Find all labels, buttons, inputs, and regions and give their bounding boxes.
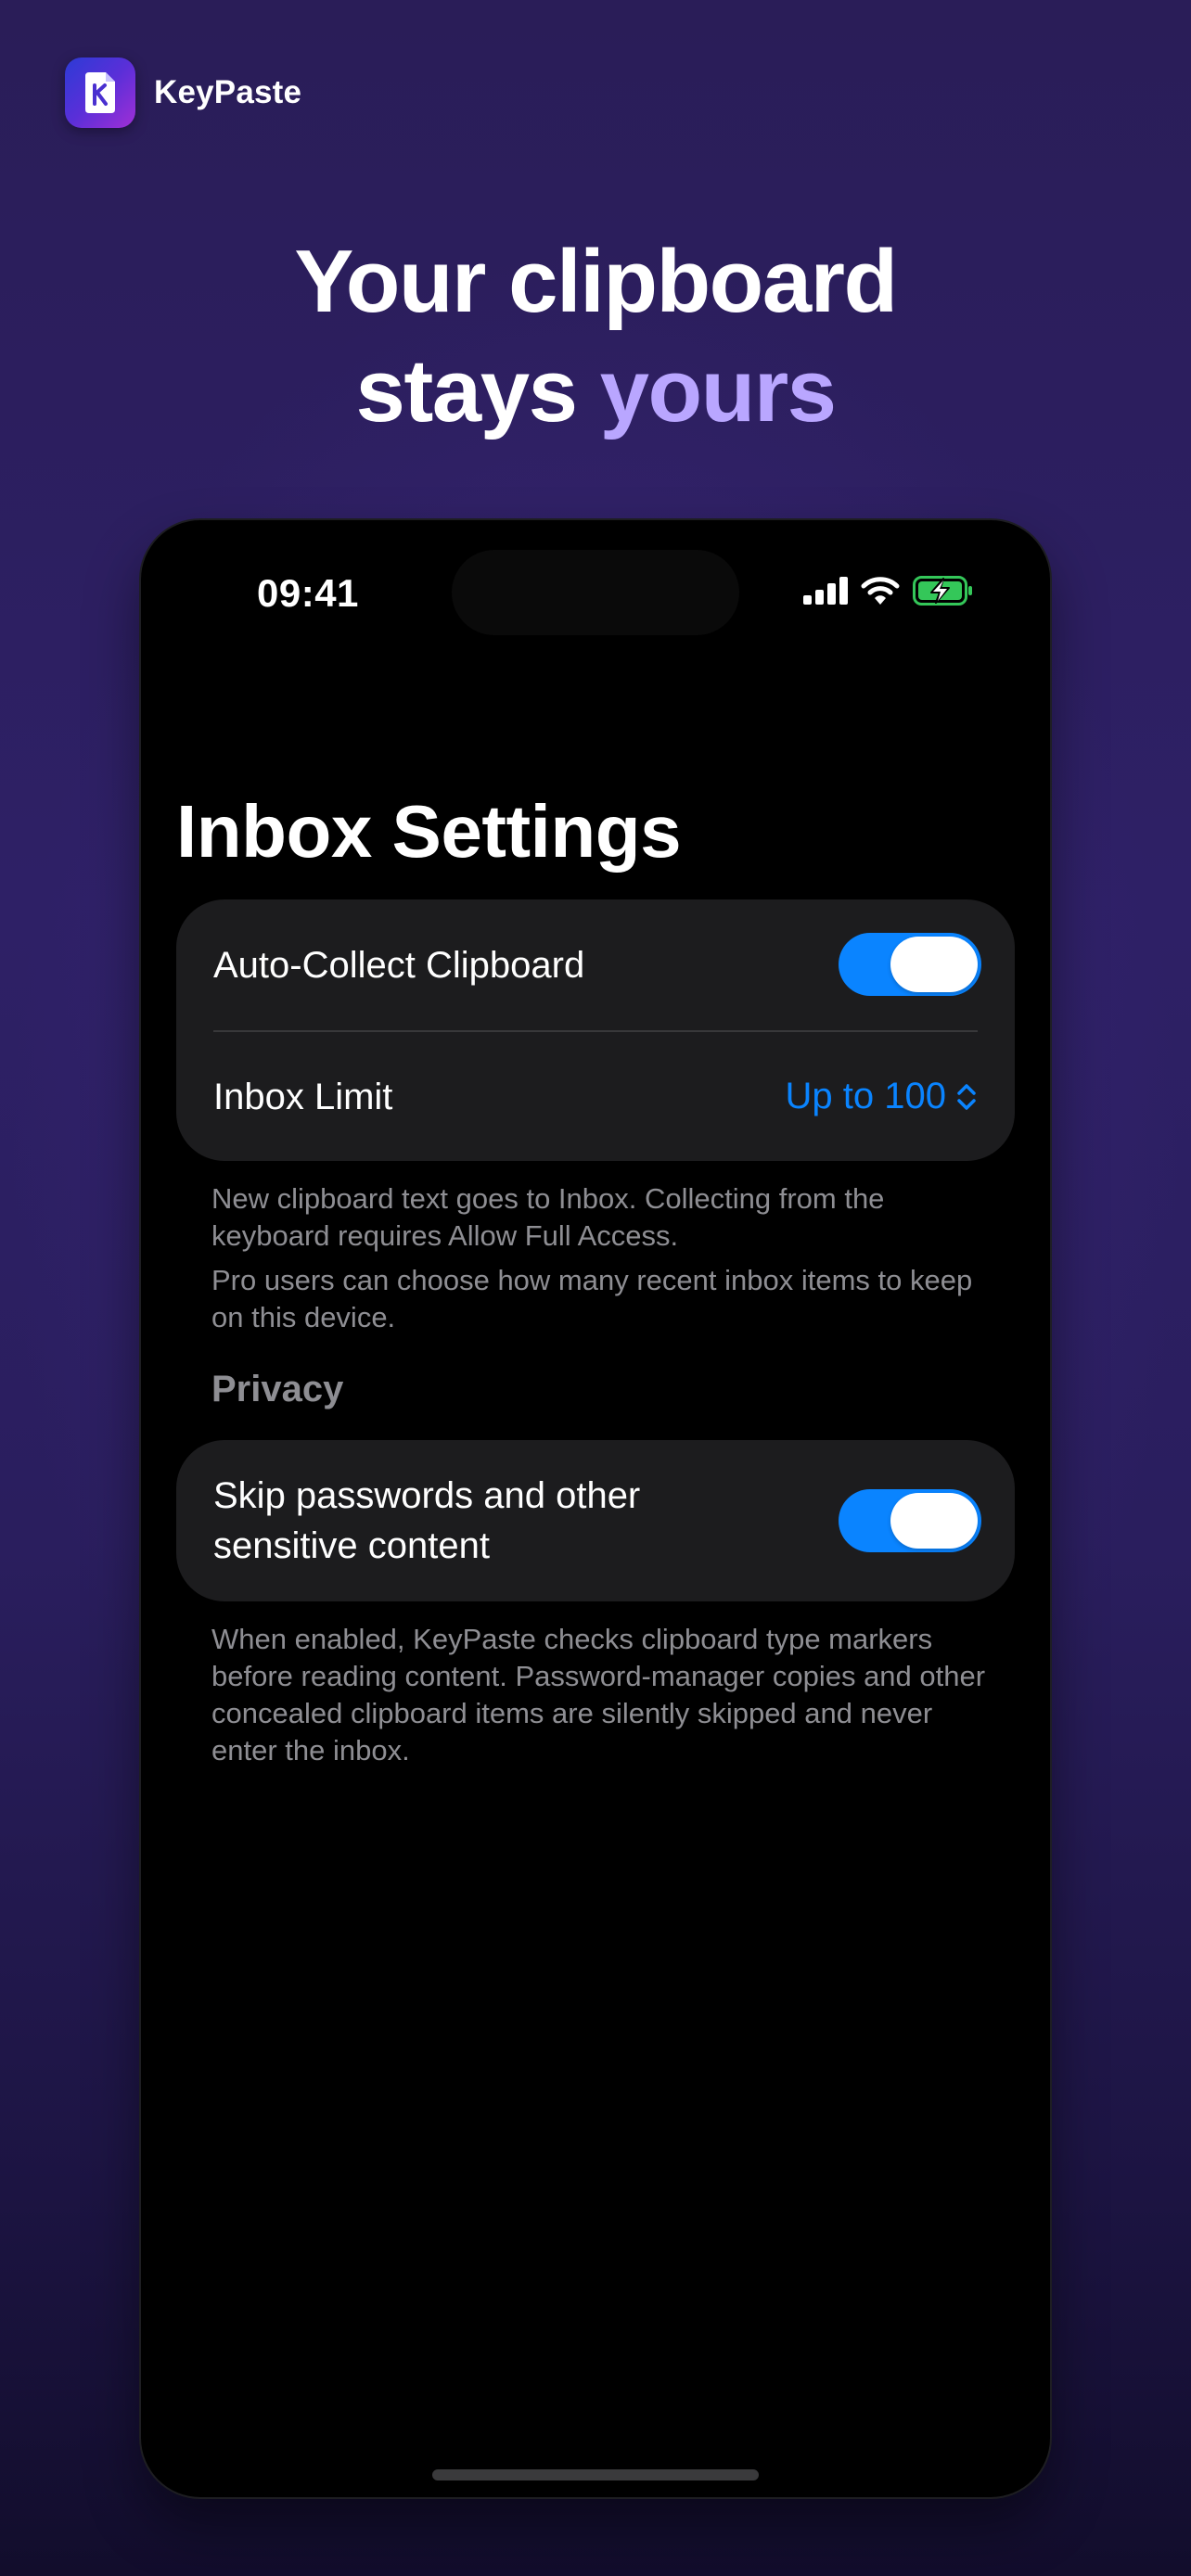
phone-mockup: 09:41 Inbox Settings Auto-Collect Clipbo… xyxy=(141,520,1050,2497)
skip-sensitive-toggle[interactable] xyxy=(839,1489,981,1552)
inbox-limit-label: Inbox Limit xyxy=(213,1076,393,1117)
privacy-footnote: When enabled, KeyPaste checks clipboard … xyxy=(211,1623,986,1766)
inbox-limit-row[interactable]: Inbox Limit Up to 100 xyxy=(176,1032,1015,1161)
app-name: KeyPaste xyxy=(154,74,302,110)
home-indicator xyxy=(432,2469,759,2480)
screen-title: Inbox Settings xyxy=(176,790,682,873)
auto-collect-label: Auto-Collect Clipboard xyxy=(213,944,585,986)
skip-sensitive-label: Skip passwords and other sensitive conte… xyxy=(213,1475,641,1566)
inbox-limit-value: Up to 100 xyxy=(785,1076,946,1116)
wifi-icon xyxy=(861,577,900,605)
privacy-group: Skip passwords and other sensitive conte… xyxy=(176,1440,1015,1601)
signal-icon xyxy=(803,577,848,605)
chevron-up-down-icon xyxy=(957,1083,976,1110)
skip-sensitive-row[interactable]: Skip passwords and other sensitive conte… xyxy=(176,1440,1015,1601)
headline-accent: yours xyxy=(599,341,837,440)
inbox-footnote-2: Pro users can choose how many recent inb… xyxy=(211,1264,973,1333)
privacy-section-header: Privacy xyxy=(211,1369,344,1409)
keypaste-app-icon xyxy=(65,57,135,128)
auto-collect-toggle[interactable] xyxy=(839,933,981,996)
brand: KeyPaste xyxy=(65,57,301,128)
dynamic-island xyxy=(452,550,739,635)
inbox-settings-group: Auto-Collect Clipboard Inbox Limit Up to… xyxy=(176,899,1015,1161)
battery-charging-icon xyxy=(913,576,972,606)
headline: Your clipboard stays yours xyxy=(0,227,1191,446)
status-time: 09:41 xyxy=(257,571,359,615)
status-icons xyxy=(803,576,974,606)
toggle-knob xyxy=(890,1493,978,1549)
headline-line-1: Your clipboard xyxy=(294,232,898,331)
auto-collect-row[interactable]: Auto-Collect Clipboard xyxy=(176,899,1015,1030)
inbox-limit-picker[interactable]: Up to 100 xyxy=(786,1076,978,1117)
toggle-knob xyxy=(890,937,978,992)
headline-plain: stays xyxy=(355,341,600,440)
inbox-footnote-1: New clipboard text goes to Inbox. Collec… xyxy=(211,1182,885,1252)
headline-line-2: stays yours xyxy=(0,337,1191,446)
